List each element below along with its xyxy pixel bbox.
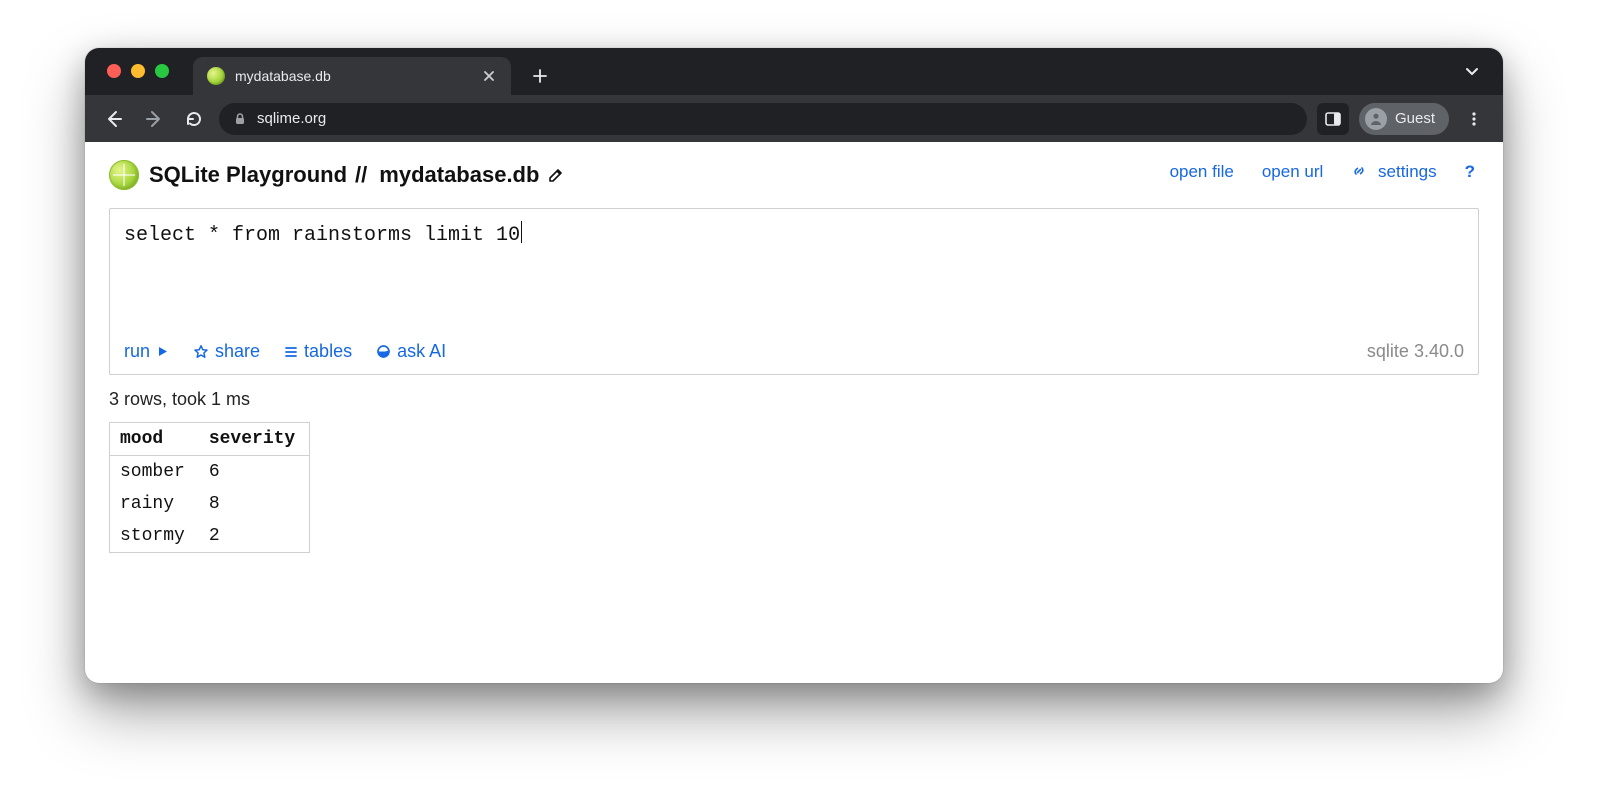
app-title: SQLite Playground	[149, 162, 347, 188]
table-row: rainy 8	[110, 488, 310, 520]
app-logo	[109, 160, 139, 190]
profile-button[interactable]: Guest	[1359, 103, 1449, 135]
list-icon	[284, 345, 298, 359]
tab-strip: mydatabase.db	[85, 48, 1503, 95]
open-url-link[interactable]: open url	[1262, 162, 1323, 182]
arrow-left-icon	[104, 109, 124, 129]
reload-icon	[184, 109, 204, 129]
settings-link[interactable]: settings	[1351, 162, 1436, 182]
column-header: severity	[199, 423, 310, 456]
toolbar-right-controls: Guest	[1317, 103, 1489, 135]
table-cell: 2	[199, 520, 310, 553]
ask-ai-button[interactable]: ask AI	[376, 341, 446, 362]
browser-toolbar: sqlime.org Guest	[85, 95, 1503, 142]
text-caret	[521, 221, 522, 243]
run-button[interactable]: run	[124, 341, 169, 362]
browser-menu-button[interactable]	[1459, 104, 1489, 134]
lock-icon	[233, 112, 247, 126]
avatar-icon	[1365, 108, 1387, 130]
table-cell: 8	[199, 488, 310, 520]
arrow-right-icon	[144, 109, 164, 129]
tables-button[interactable]: tables	[284, 341, 352, 362]
nav-reload-button[interactable]	[179, 104, 209, 134]
side-panel-button[interactable]	[1317, 103, 1349, 135]
window-close-button[interactable]	[107, 64, 121, 78]
table-cell: somber	[110, 456, 199, 489]
address-bar[interactable]: sqlime.org	[219, 103, 1307, 135]
play-icon	[156, 345, 169, 358]
plus-icon	[532, 68, 548, 84]
pencil-icon	[547, 166, 565, 184]
title-separator: //	[355, 162, 367, 188]
sql-input[interactable]: select * from rainstorms limit 10	[110, 209, 1478, 331]
engine-version: sqlite 3.40.0	[1367, 341, 1464, 362]
window-minimize-button[interactable]	[131, 64, 145, 78]
table-cell: rainy	[110, 488, 199, 520]
link-icon	[1351, 163, 1367, 179]
side-panel-icon	[1324, 110, 1342, 128]
column-header: mood	[110, 423, 199, 456]
editor-actions: run share tables ask AI s	[110, 331, 1478, 374]
new-tab-button[interactable]	[525, 61, 555, 91]
table-row: somber 6	[110, 456, 310, 489]
tabs-menu-button[interactable]	[1463, 62, 1481, 80]
nav-forward-button[interactable]	[139, 104, 169, 134]
result-table: mood severity somber 6 rainy 8 stormy	[109, 422, 310, 553]
table-header-row: mood severity	[110, 423, 310, 456]
tab-title: mydatabase.db	[235, 68, 471, 84]
help-link[interactable]: ?	[1465, 162, 1475, 182]
window-controls	[107, 64, 169, 78]
sphere-icon	[376, 344, 391, 359]
sql-editor-card: select * from rainstorms limit 10 run sh…	[109, 208, 1479, 375]
result-status: 3 rows, took 1 ms	[109, 389, 1479, 410]
star-icon	[193, 344, 209, 360]
table-row: stormy 2	[110, 520, 310, 553]
tab-close-button[interactable]	[481, 68, 497, 84]
profile-label: Guest	[1395, 110, 1435, 127]
close-icon	[483, 70, 495, 82]
table-cell: stormy	[110, 520, 199, 553]
edit-db-name-button[interactable]	[547, 166, 565, 184]
database-name[interactable]: mydatabase.db	[379, 162, 539, 188]
chevron-down-icon	[1463, 62, 1481, 80]
open-file-link[interactable]: open file	[1170, 162, 1234, 182]
kebab-icon	[1466, 111, 1482, 127]
table-cell: 6	[199, 456, 310, 489]
sql-text: select * from rainstorms limit 10	[124, 224, 520, 247]
browser-window: mydatabase.db	[85, 48, 1503, 683]
window-zoom-button[interactable]	[155, 64, 169, 78]
browser-tab[interactable]: mydatabase.db	[193, 57, 511, 95]
tab-favicon	[207, 67, 225, 85]
nav-back-button[interactable]	[99, 104, 129, 134]
page-content: SQLite Playground // mydatabase.db open …	[85, 142, 1503, 571]
address-bar-text: sqlime.org	[257, 110, 326, 127]
share-button[interactable]: share	[193, 341, 260, 362]
header-links: open file open url settings ?	[1170, 162, 1475, 182]
